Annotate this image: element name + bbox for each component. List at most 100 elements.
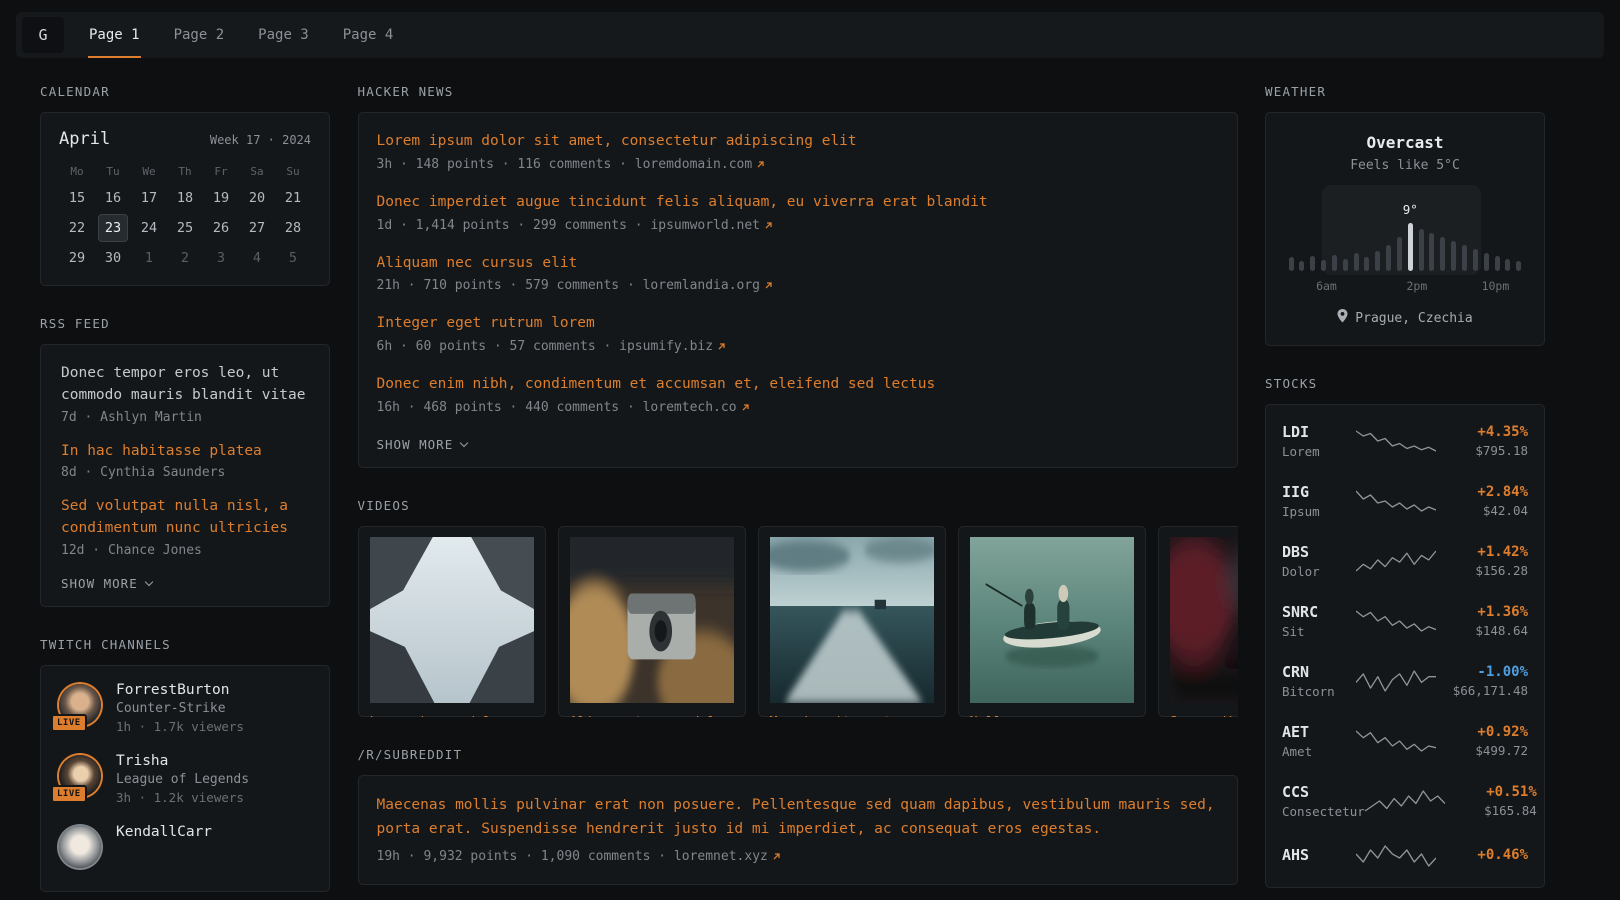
hackernews-item: Lorem ipsum dolor sit amet, consectetur … (377, 131, 1219, 172)
calendar-month: April (59, 129, 110, 149)
video-title[interactable]: Lorem ipsum dolor sit amet consectetu… (370, 712, 534, 717)
stocks-card: LDILorem+4.35%$795.18IIGIpsum+2.84%$42.0… (1265, 404, 1545, 888)
video-thumbnail[interactable] (1170, 537, 1238, 703)
video-title[interactable]: Aliquam tempor dolor nec pharetra… (570, 712, 734, 717)
rss-item-title[interactable]: Sed volutpat nulla nisl, a condimentum n… (61, 496, 309, 540)
twitch-avatar-wrap (59, 826, 101, 868)
hackernews-show-more-button[interactable]: SHOW MORE (377, 437, 468, 452)
stock-row[interactable]: SNRCSit+1.36%$148.64 (1282, 591, 1528, 651)
hackernews-item-title[interactable]: Lorem ipsum dolor sit amet, consectetur … (377, 131, 1219, 153)
stock-price: $795.18 (1436, 443, 1528, 458)
tab-page-2[interactable]: Page 2 (173, 12, 226, 58)
video-title[interactable]: Nullam posuere cursus ex (970, 712, 1134, 717)
stock-row[interactable]: AHS+0.46% (1282, 831, 1528, 881)
video-card[interactable]: Mauris sit amet massa felis7h · Grayson … (758, 526, 946, 717)
twitch-channel-row[interactable]: LIVEForrestBurtonCounter-Strike1h · 1.7k… (59, 682, 311, 734)
video-thumbnail[interactable] (370, 537, 534, 703)
calendar-day: 5 (275, 243, 311, 273)
stock-sparkline (1356, 608, 1436, 634)
weather-feels-like: Feels like 5°C (1286, 158, 1524, 173)
calendar-day: 26 (203, 213, 239, 243)
video-card[interactable]: Suspendisse diam18h · Tara (1158, 526, 1238, 717)
stock-values: +2.84%$42.04 (1436, 484, 1528, 518)
twitch-channel-meta: 3h · 1.2k viewers (116, 790, 249, 805)
stock-price: $165.84 (1445, 803, 1537, 818)
video-thumbnail[interactable] (570, 537, 734, 703)
calendar-day: 20 (239, 183, 275, 213)
stock-sparkline (1356, 428, 1436, 454)
calendar-widget: CALENDAR April Week 17 · 2024 MoTuWeThFr… (40, 84, 330, 286)
weather-hour-slot (1516, 193, 1522, 271)
weather-bar (1462, 245, 1467, 271)
hackernews-item-title[interactable]: Integer eget rutrum lorem (377, 313, 1219, 335)
rss-item-title[interactable]: Donec tempor eros leo, ut commodo mauris… (61, 363, 309, 407)
subreddit-item-title[interactable]: Maecenas mollis pulvinar erat non posuer… (377, 794, 1219, 841)
hackernews-item-domain-link[interactable]: loremlandia.org (643, 278, 773, 293)
hackernews-item-domain-link[interactable]: loremdomain.com (635, 157, 765, 172)
weather-hour-slot (1342, 193, 1348, 271)
tab-page-1[interactable]: Page 1 (88, 12, 141, 58)
stock-row[interactable]: CCSConsectetur+0.51%$165.84 (1282, 771, 1528, 831)
subreddit-item-stats: 19h · 9,932 points · 1,090 comments · (377, 849, 674, 864)
rss-item-title[interactable]: In hac habitasse platea (61, 441, 309, 463)
stock-name: Amet (1282, 744, 1356, 759)
stock-name: Bitcorn (1282, 684, 1356, 699)
stock-row[interactable]: LDILorem+4.35%$795.18 (1282, 411, 1528, 471)
subreddit-item-meta: 19h · 9,932 points · 1,090 comments · lo… (377, 849, 1219, 864)
hackernews-item-stats: 21h · 710 points · 579 comments · (377, 278, 643, 293)
rss-item-meta: 7d · Ashlyn Martin (61, 410, 309, 425)
hackernews-item-domain-link[interactable]: ipsumworld.net (650, 218, 773, 233)
calendar-day: 29 (59, 243, 95, 273)
hackernews-item-title[interactable]: Donec imperdiet augue tincidunt felis al… (377, 192, 1219, 214)
hackernews-item-domain: ipsumworld.net (650, 218, 760, 233)
calendar-day: 28 (275, 213, 311, 243)
hackernews-item-domain: loremdomain.com (635, 157, 752, 172)
tab-page-4[interactable]: Page 4 (342, 12, 395, 58)
twitch-channel-name: Trisha (116, 753, 249, 769)
twitch-channel-row[interactable]: LIVETrishaLeague of Legends3h · 1.2k vie… (59, 753, 311, 805)
weather-bar (1473, 249, 1478, 271)
left-column: CALENDAR April Week 17 · 2024 MoTuWeThFr… (40, 84, 330, 900)
stock-symbol: IIG (1282, 483, 1356, 501)
rss-item: Sed volutpat nulla nisl, a condimentum n… (61, 496, 309, 558)
video-thumbnail[interactable] (970, 537, 1134, 703)
rss-show-more-button[interactable]: SHOW MORE (61, 576, 152, 591)
stock-row[interactable]: AETAmet+0.92%$499.72 (1282, 711, 1528, 771)
weather-hour-slot: 9° (1407, 193, 1413, 271)
video-title[interactable]: Suspendisse diam (1170, 712, 1238, 717)
video-card[interactable]: Lorem ipsum dolor sit amet consectetu…1h… (358, 526, 546, 717)
video-card[interactable]: Nullam posuere cursus ex17h · Stefan Col… (958, 526, 1146, 717)
weather-bar (1343, 259, 1348, 271)
hackernews-item-title[interactable]: Aliquam nec cursus elit (377, 253, 1219, 275)
hackernews-item-meta: 1d · 1,414 points · 299 comments · ipsum… (377, 218, 1219, 233)
subreddit-item-domain: loremnet.xyz (674, 849, 768, 864)
video-title[interactable]: Mauris sit amet massa felis (770, 712, 934, 717)
stock-sparkline (1356, 488, 1436, 514)
stock-row[interactable]: DBSDolor+1.42%$156.28 (1282, 531, 1528, 591)
stock-row[interactable]: IIGIpsum+2.84%$42.04 (1282, 471, 1528, 531)
stock-name: Sit (1282, 624, 1356, 639)
stock-row[interactable]: CRNBitcorn-1.00%$66,171.48 (1282, 651, 1528, 711)
hackernews-item-title[interactable]: Donec enim nibh, condimentum et accumsan… (377, 374, 1219, 396)
weather-bar (1429, 233, 1434, 271)
calendar-weekday: Th (167, 157, 203, 183)
stock-price: $66,171.48 (1436, 683, 1528, 698)
stock-sparkline (1365, 788, 1445, 814)
app-logo[interactable]: G (22, 17, 64, 53)
weather-hour-slot (1505, 193, 1511, 271)
video-card[interactable]: Aliquam tempor dolor nec pharetra…1h · M… (558, 526, 746, 717)
stock-change: +0.46% (1436, 847, 1528, 863)
tab-page-3[interactable]: Page 3 (257, 12, 310, 58)
chevron-down-icon (144, 578, 152, 586)
hackernews-item-domain-link[interactable]: ipsumify.biz (619, 339, 726, 354)
subreddit-item-domain-link[interactable]: loremnet.xyz (674, 849, 781, 864)
twitch-channel-row[interactable]: KendallCarr (59, 824, 311, 868)
stock-values: +0.51%$165.84 (1445, 784, 1537, 818)
hackernews-item-domain-link[interactable]: loremtech.co (643, 400, 750, 415)
weather-hour-slot (1396, 193, 1402, 271)
middle-column: HACKER NEWS Lorem ipsum dolor sit amet, … (358, 84, 1238, 900)
weather-time-label: 2pm (1407, 279, 1428, 293)
hackernews-card: Lorem ipsum dolor sit amet, consectetur … (358, 112, 1238, 468)
video-thumbnail[interactable] (770, 537, 934, 703)
twitch-channel-game: Counter-Strike (116, 701, 244, 716)
